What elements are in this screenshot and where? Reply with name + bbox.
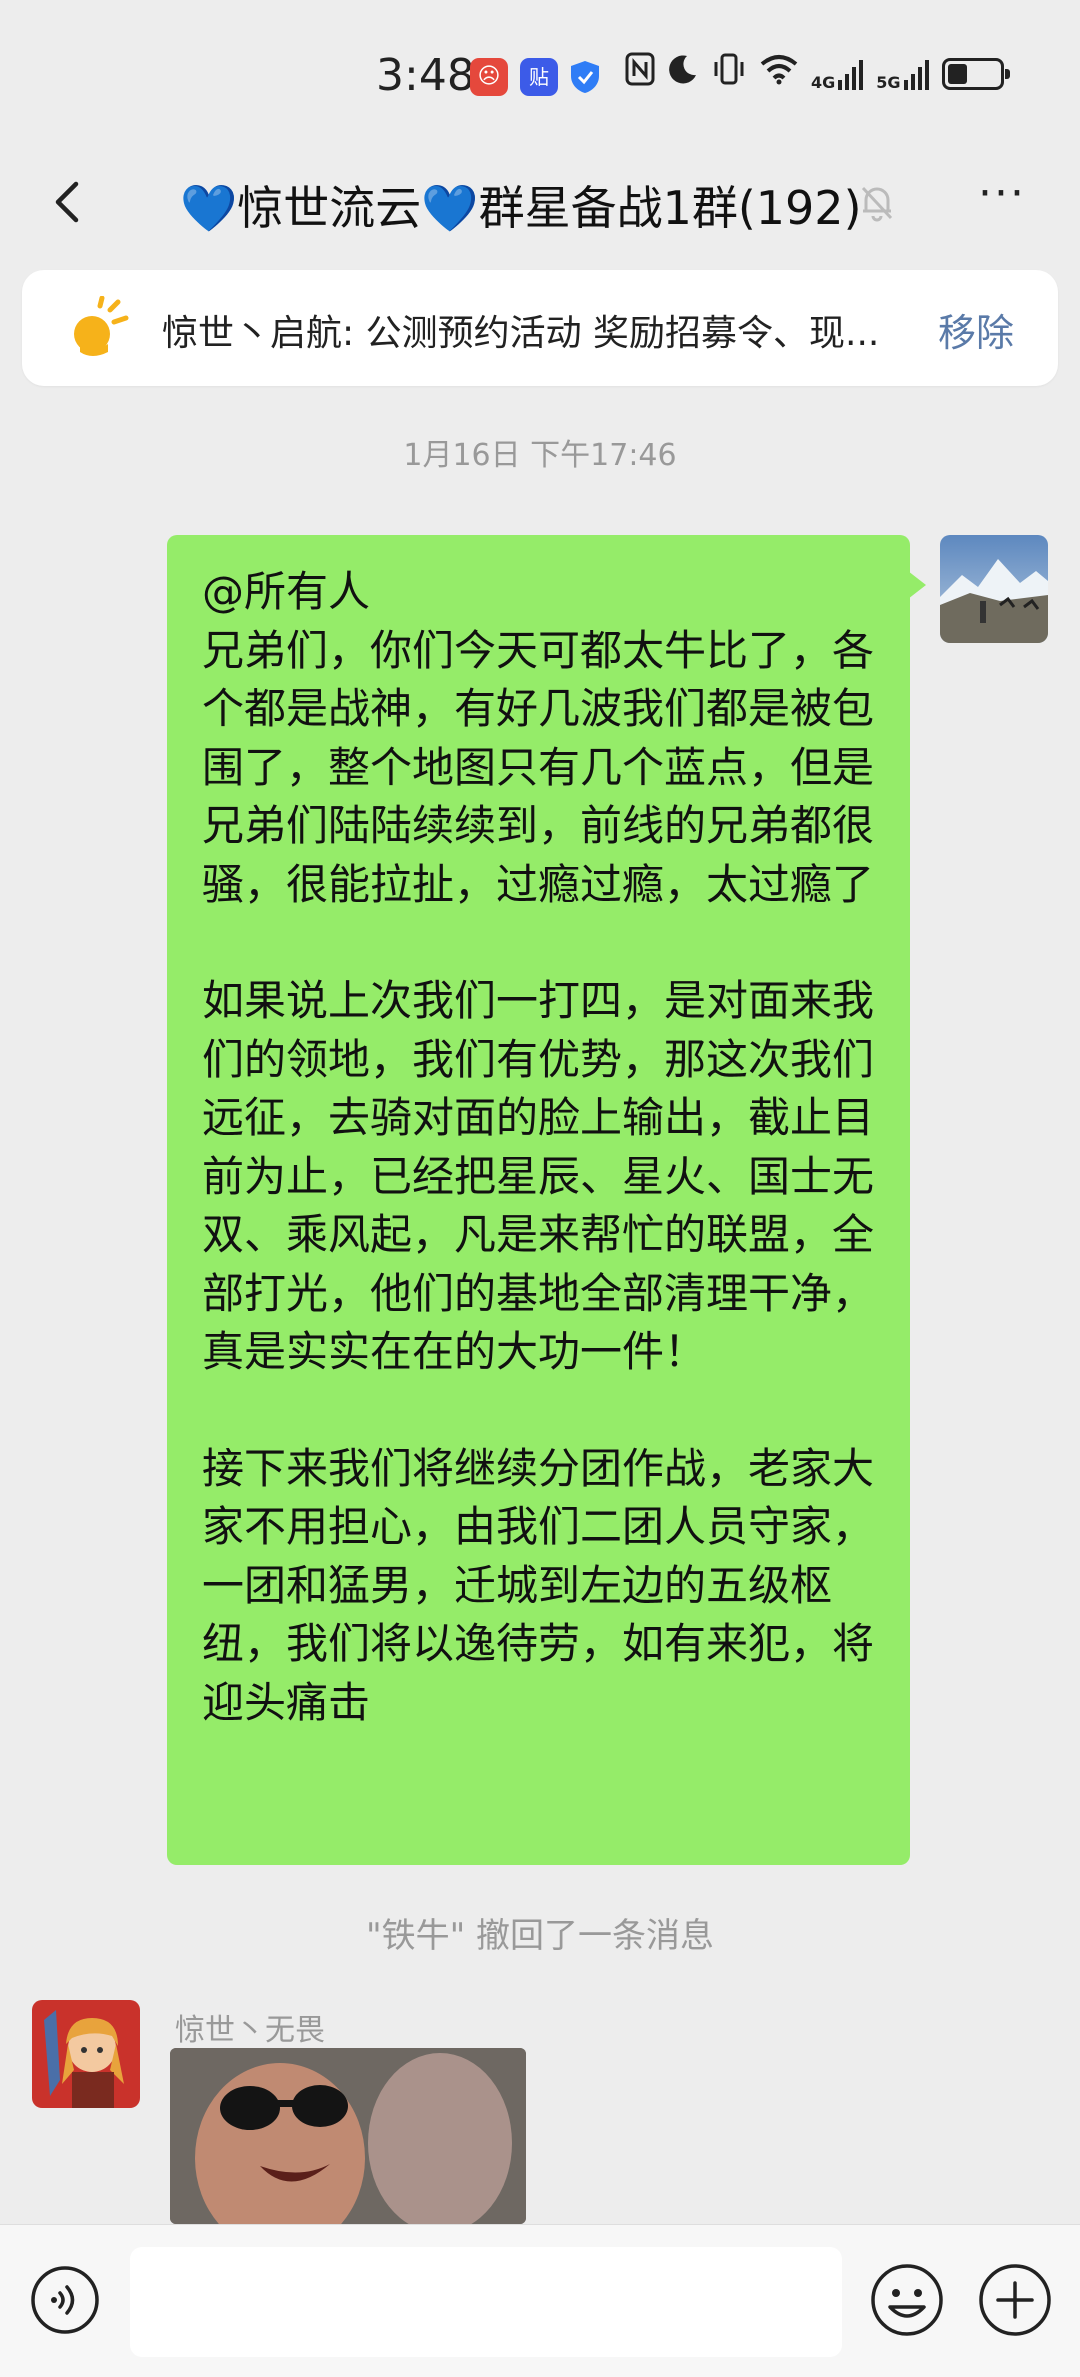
signal-5g-icon: 5G bbox=[876, 58, 929, 90]
group-title-part1: 惊世流云 bbox=[237, 181, 422, 235]
shield-icon bbox=[566, 58, 604, 96]
nfc-icon bbox=[625, 52, 655, 95]
vibrate-icon bbox=[711, 52, 747, 95]
sender-avatar[interactable] bbox=[32, 2000, 140, 2108]
app-tie-icon: 贴 bbox=[520, 58, 558, 96]
message-paragraph: 接下来我们将继续分团作战，老家大家不用担心，由我们二团人员守家，一团和猛男，迁城… bbox=[202, 1443, 875, 1727]
signal-4g-icon: 4G bbox=[811, 58, 864, 90]
sender-name: 惊世丶无畏 bbox=[175, 2013, 325, 2048]
mute-bell-icon bbox=[855, 180, 899, 224]
more-actions-button[interactable] bbox=[978, 2263, 1052, 2337]
smiley-icon bbox=[871, 2264, 943, 2336]
pinned-announcement[interactable]: 惊世丶启航: 公测预约活动 奖励招募令、现... 移除 bbox=[22, 270, 1058, 386]
recall-notice: "铁牛" 撤回了一条消息 bbox=[365, 1916, 715, 1956]
moon-icon bbox=[667, 53, 699, 94]
announcement-sun-icon bbox=[62, 295, 142, 360]
voice-icon bbox=[31, 2266, 99, 2334]
status-icons: 4G 5G bbox=[625, 52, 1010, 95]
message-input[interactable] bbox=[130, 2247, 842, 2357]
app-red-icon: ☹ bbox=[470, 58, 508, 96]
chat-header: 💙惊世流云💙群星备战1群(192) ··· bbox=[0, 150, 1080, 260]
network-4g-label: 4G bbox=[811, 72, 836, 92]
status-time: 3:48 bbox=[376, 50, 475, 101]
blue-heart-icon: 💙 bbox=[421, 181, 479, 235]
input-bar bbox=[0, 2224, 1080, 2377]
message-paragraph: @所有人 兄弟们，你们今天可都太牛比了，各个都是战神，有好几波我们都是被包围了，… bbox=[202, 567, 875, 909]
more-options-button[interactable]: ··· bbox=[972, 172, 1032, 234]
my-message-bubble[interactable]: @所有人 兄弟们，你们今天可都太牛比了，各个都是战神，有好几波我们都是被包围了，… bbox=[167, 535, 926, 1865]
plus-icon bbox=[979, 2264, 1051, 2336]
network-5g-label: 5G bbox=[876, 72, 901, 92]
voice-input-button[interactable] bbox=[30, 2265, 100, 2335]
battery-icon bbox=[941, 57, 1010, 90]
pinned-text: 惊世丶启航: 公测预约活动 奖励招募令、现... bbox=[162, 313, 880, 354]
group-title-part2: 群星备战1群(192) bbox=[478, 181, 862, 235]
wifi-icon bbox=[759, 53, 799, 94]
back-button[interactable] bbox=[40, 172, 100, 232]
message-paragraph: 如果说上次我们一打四，是对面来我们的领地，我们有优势，那这次我们远征，去骑对面的… bbox=[202, 976, 875, 1376]
remove-pin-button[interactable]: 移除 bbox=[938, 302, 1014, 357]
chevron-left-icon bbox=[55, 181, 79, 223]
image-message[interactable] bbox=[170, 2048, 526, 2224]
emoji-button[interactable] bbox=[870, 2263, 944, 2337]
group-title: 💙惊世流云💙群星备战1群(192) bbox=[180, 172, 862, 238]
message-timestamp: 1月16日 下午17:46 bbox=[403, 438, 677, 473]
status-bar: 3:48 ☹ 贴 4G 5G bbox=[0, 0, 1080, 150]
blue-heart-icon: 💙 bbox=[180, 181, 238, 235]
my-avatar[interactable] bbox=[940, 535, 1048, 643]
